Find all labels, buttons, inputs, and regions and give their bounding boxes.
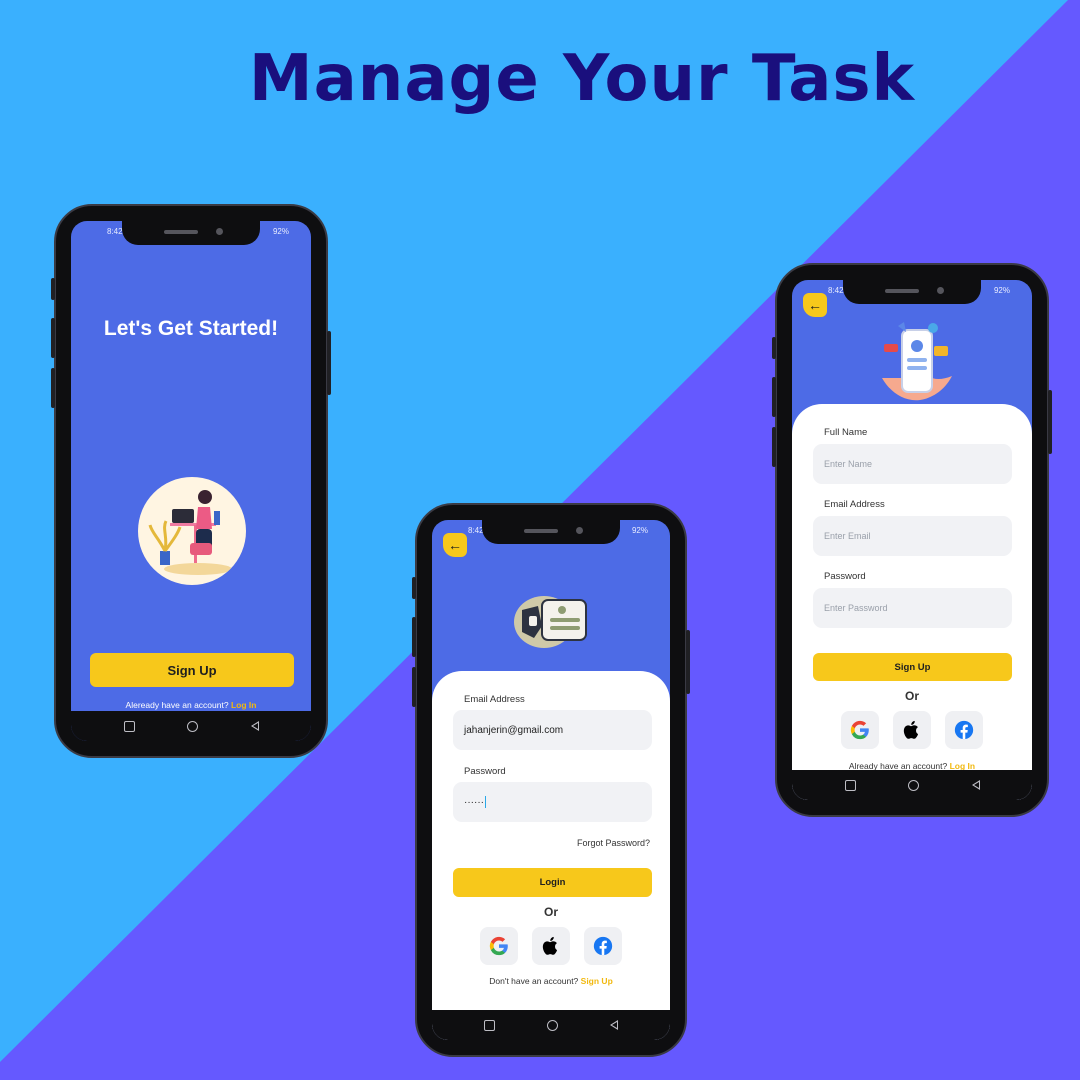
back-button[interactable]: ← [803, 293, 827, 317]
facebook-icon [593, 936, 613, 956]
facebook-button[interactable] [945, 711, 983, 749]
signup-card: Full Name Enter Name Email Address Enter… [792, 404, 1032, 800]
signup-screen: 8:42 92% ← Full Name Enter Name Email Ad… [792, 280, 1032, 800]
google-button[interactable] [841, 711, 879, 749]
login-card: Email Address jahanjerin@gmail.com Passw… [432, 671, 670, 1040]
back-button[interactable]: ← [443, 533, 467, 557]
signup-prompt-text: Don't have an account? [489, 976, 579, 986]
signup-prompt: Don't have an account? Sign Up [432, 976, 670, 986]
apple-button[interactable] [532, 927, 570, 965]
social-signup-row [792, 711, 1032, 749]
phone-welcome: 8:42 92% Let's Get Started! Sign Up Aler… [51, 204, 331, 758]
recents-icon[interactable] [123, 720, 135, 732]
status-time: 8:42 [828, 286, 844, 295]
android-navbar [432, 1010, 670, 1040]
phone-notch [482, 520, 620, 544]
or-divider: Or [904, 689, 919, 703]
password-label: Password [824, 571, 866, 582]
recents-icon[interactable] [844, 779, 856, 791]
home-icon[interactable] [547, 1019, 558, 1031]
google-icon [850, 720, 869, 740]
name-label: Full Name [824, 427, 868, 438]
phone-login: 8:42 92% ← Email Address jahanjerin@gmai… [412, 503, 690, 1057]
login-prompt-text: Aleready have an account? [125, 700, 229, 710]
password-value: ······ [464, 796, 484, 808]
status-battery: 92% [272, 227, 289, 236]
signup-illustration [876, 318, 956, 404]
password-field[interactable]: Enter Password [813, 588, 1012, 628]
facebook-icon [954, 720, 974, 740]
login-link[interactable]: Log In [231, 700, 257, 710]
phone-signup: 8:42 92% ← Full Name Enter Name Email Ad… [772, 263, 1052, 817]
welcome-title: Let's Get Started! [103, 317, 279, 340]
signup-button[interactable]: Sign Up [813, 653, 1012, 681]
login-illustration [512, 592, 592, 652]
google-icon [489, 936, 508, 956]
forgot-password-link[interactable]: Forgot Password? [577, 838, 650, 848]
back-nav-icon[interactable] [250, 721, 259, 731]
password-field[interactable]: ······ [453, 782, 652, 822]
back-nav-icon[interactable] [971, 780, 980, 790]
or-divider: Or [543, 905, 558, 919]
apple-icon [542, 936, 558, 955]
email-field[interactable]: Enter Email [813, 516, 1012, 556]
email-label: Email Address [824, 499, 885, 510]
email-field[interactable]: jahanjerin@gmail.com [453, 710, 652, 750]
phone-notch [843, 280, 981, 304]
status-battery: 92% [631, 526, 648, 535]
signup-link[interactable]: Sign Up [581, 976, 613, 986]
text-cursor [484, 796, 486, 808]
page-headline: Manage Your Task [248, 42, 916, 116]
arrow-left-icon: ← [808, 297, 822, 313]
login-screen: 8:42 92% ← Email Address jahanjerin@gmai… [432, 520, 670, 1040]
name-field[interactable]: Enter Name [813, 444, 1012, 484]
home-icon[interactable] [187, 720, 198, 732]
status-time: 8:42 [107, 227, 123, 236]
apple-button[interactable] [893, 711, 931, 749]
facebook-button[interactable] [584, 927, 622, 965]
login-button[interactable]: Login [453, 868, 652, 897]
phone-notch [122, 221, 260, 245]
google-button[interactable] [480, 927, 518, 965]
social-login-row [432, 927, 670, 965]
login-prompt: Aleready have an account? Log In [71, 700, 311, 710]
welcome-screen: 8:42 92% Let's Get Started! Sign Up Aler… [71, 221, 311, 741]
android-navbar [792, 770, 1032, 800]
signup-button[interactable]: Sign Up [90, 653, 294, 687]
arrow-left-icon: ← [448, 537, 462, 553]
recents-icon[interactable] [484, 1019, 495, 1031]
back-nav-icon[interactable] [610, 1020, 618, 1030]
apple-icon [903, 720, 919, 739]
email-label: Email Address [464, 694, 525, 705]
status-battery: 92% [993, 286, 1010, 295]
home-icon[interactable] [908, 779, 919, 791]
android-navbar [71, 711, 311, 741]
welcome-illustration [138, 477, 246, 585]
password-label: Password [464, 766, 506, 777]
